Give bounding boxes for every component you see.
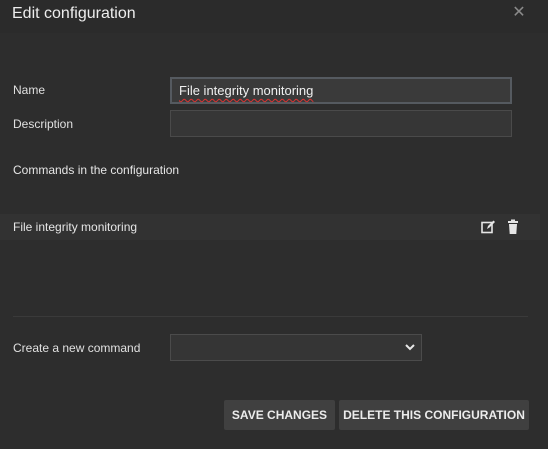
new-command-select[interactable]	[170, 334, 422, 361]
dialog-title: Edit configuration	[12, 5, 136, 22]
name-input-value: File integrity monitoring	[179, 83, 314, 98]
chevron-down-icon	[404, 341, 416, 353]
new-command-label: Create a new command	[13, 341, 141, 355]
delete-configuration-button[interactable]: DELETE THIS CONFIGURATION	[339, 400, 529, 430]
trash-icon[interactable]	[505, 219, 521, 235]
dialog-header: Edit configuration ✕	[0, 0, 548, 33]
edit-configuration-dialog: Edit configuration ✕ Name File integrity…	[0, 0, 548, 449]
command-list-item[interactable]: File integrity monitoring	[0, 214, 540, 240]
command-label: File integrity monitoring	[13, 220, 138, 234]
section-divider	[13, 316, 528, 317]
name-input[interactable]: File integrity monitoring	[170, 77, 512, 104]
commands-section-title: Commands in the configuration	[13, 163, 180, 177]
save-changes-button[interactable]: SAVE CHANGES	[224, 400, 335, 430]
edit-icon[interactable]	[480, 219, 496, 235]
description-input[interactable]	[170, 110, 512, 137]
name-label: Name	[13, 83, 46, 97]
close-icon[interactable]: ✕	[509, 4, 529, 24]
description-label: Description	[13, 117, 74, 131]
